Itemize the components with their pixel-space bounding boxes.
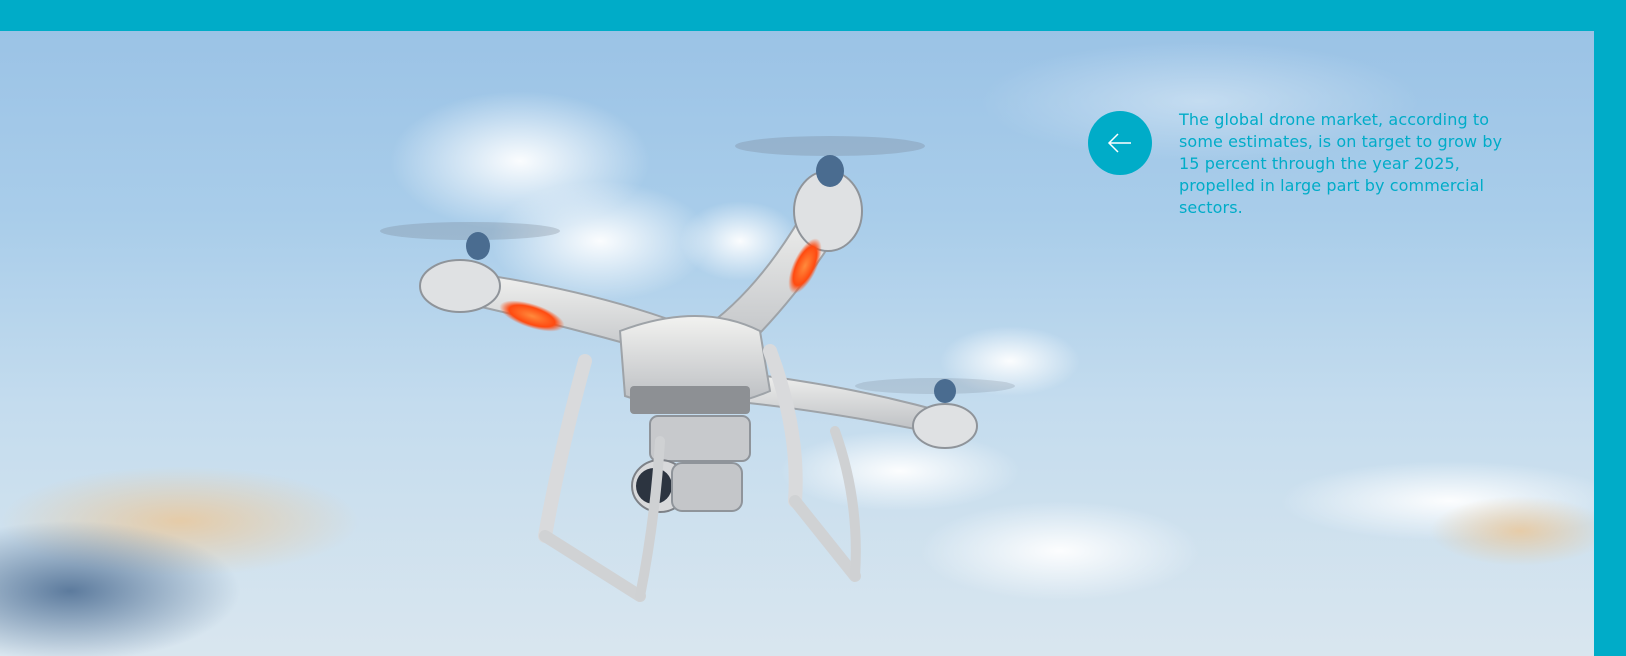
back-button[interactable]	[1088, 111, 1152, 175]
arrow-left-icon	[1107, 133, 1131, 153]
page: The global drone market, according to so…	[0, 0, 1626, 656]
caption-text: The global drone market, according to so…	[1179, 110, 1503, 217]
cloud	[780, 431, 1020, 511]
cloud	[920, 501, 1200, 601]
